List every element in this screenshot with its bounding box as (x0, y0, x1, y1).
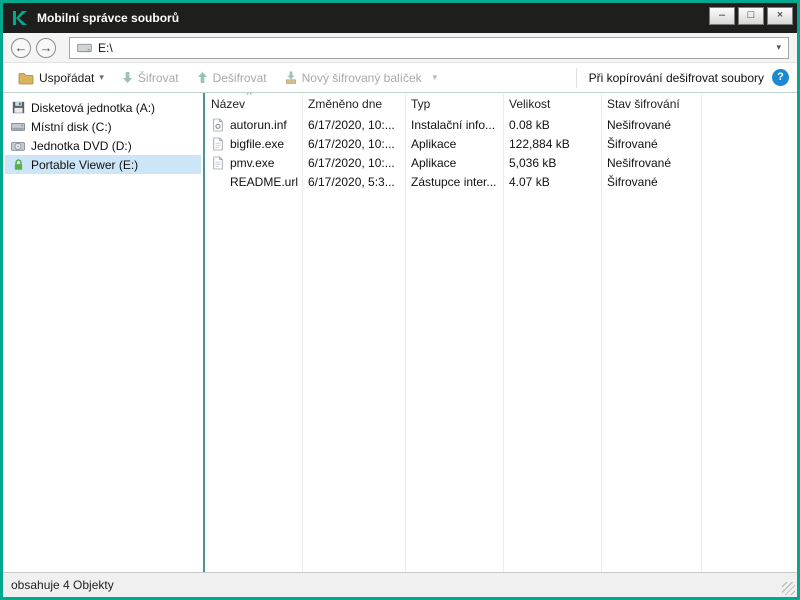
list-header: ^ Název Změněno dne Typ Velikost Stav ši… (205, 93, 797, 115)
hard-disk-icon (11, 121, 25, 132)
column-header-size[interactable]: Velikost (503, 93, 601, 115)
file-encryption-status: Nešifrované (607, 117, 672, 132)
back-button[interactable]: ← (11, 37, 31, 58)
package-arrow-down-icon (285, 71, 297, 84)
help-button[interactable]: ? (772, 69, 789, 86)
file-row[interactable]: pmv.exe 6/17/2020, 10:... Aplikace 5,036… (205, 153, 797, 172)
lock-icon (11, 158, 25, 171)
toolbar-right: Při kopírování dešifrovat soubory ? (572, 67, 789, 88)
file-name-cell: autorun.inf (205, 118, 302, 132)
sidebar-item-local-disk-c[interactable]: Místní disk (C:) (5, 117, 201, 136)
file-row[interactable]: bigfile.exe 6/17/2020, 10:... Aplikace 1… (205, 134, 797, 153)
decrypt-button[interactable]: Dešifrovat (190, 66, 274, 90)
organize-label: Uspořádat (39, 70, 95, 85)
file-row[interactable]: autorun.inf 6/17/2020, 10:... Instalační… (205, 115, 797, 134)
sidebar-item-label: Jednotka DVD (D:) (31, 138, 132, 153)
sidebar-item-dvd-drive-d[interactable]: Jednotka DVD (D:) (5, 136, 201, 155)
setup-file-icon (211, 118, 225, 132)
window-controls: – □ × (709, 3, 793, 25)
file-name-cell: bigfile.exe (205, 137, 302, 151)
status-bar: obsahuje 4 Objekty (3, 572, 797, 597)
file-size: 122,884 kB (509, 136, 570, 151)
app-window: Mobilní správce souborů – □ × ← → E:\ ▾ (0, 0, 800, 600)
drive-icon (77, 42, 92, 53)
new-package-label: Nový šifrovaný balíček (301, 70, 422, 85)
file-name: bigfile.exe (230, 136, 285, 151)
sort-ascending-icon: ^ (247, 93, 252, 101)
file-type: Aplikace (411, 155, 457, 170)
file-type: Zástupce inter... (411, 174, 497, 189)
sidebar-item-label: Disketová jednotka (A:) (31, 100, 156, 115)
sidebar-item-floppy-a[interactable]: Disketová jednotka (A:) (5, 98, 201, 117)
file-list: ^ Název Změněno dne Typ Velikost Stav ši… (205, 93, 797, 572)
close-button[interactable]: × (767, 7, 793, 25)
column-header-type[interactable]: Typ (405, 93, 503, 115)
decrypt-on-copy-label: Při kopírování dešifrovat soubory (588, 70, 764, 85)
file-modified: 6/17/2020, 10:... (308, 136, 395, 151)
sidebar-item-label: Místní disk (C:) (31, 119, 112, 134)
encrypt-button[interactable]: Šifrovat (115, 66, 186, 90)
sidebar-item-portable-viewer-e[interactable]: Portable Viewer (E:) (5, 155, 201, 174)
file-icon (211, 137, 225, 151)
encrypt-arrow-down-icon (122, 71, 133, 84)
window-title: Mobilní správce souborů (37, 11, 180, 25)
file-icon (211, 156, 225, 170)
file-row[interactable]: README.url 6/17/2020, 5:3... Zástupce in… (205, 172, 797, 191)
decrypt-label: Dešifrovat (212, 70, 267, 85)
file-type: Aplikace (411, 136, 457, 151)
resize-grip[interactable] (782, 582, 795, 595)
column-header-name[interactable]: ^ Název (205, 93, 302, 115)
organize-button[interactable]: Uspořádat ▾ (11, 66, 111, 90)
minimize-button[interactable]: – (709, 7, 735, 25)
file-modified: 6/17/2020, 5:3... (308, 174, 395, 189)
toolbar: Uspořádat ▾ Šifrovat Dešifrovat Nový šif… (3, 63, 797, 93)
floppy-icon (11, 101, 25, 114)
maximize-button[interactable]: □ (738, 7, 764, 25)
file-name: pmv.exe (230, 155, 275, 170)
file-size: 5,036 kB (509, 155, 557, 170)
file-encryption-status: Nešifrované (607, 155, 672, 170)
file-encryption-status: Šifrované (607, 136, 658, 151)
file-modified: 6/17/2020, 10:... (308, 117, 395, 132)
address-dropdown-icon[interactable]: ▾ (776, 42, 781, 53)
address-bar[interactable]: E:\ ▾ (69, 36, 789, 59)
sidebar-item-label: Portable Viewer (E:) (31, 157, 139, 172)
forward-button[interactable]: → (36, 37, 56, 58)
content-area: Disketová jednotka (A:) Místní disk (C:) (3, 93, 797, 572)
encrypt-label: Šifrovat (137, 70, 179, 85)
file-name-cell: pmv.exe (205, 156, 302, 170)
title-bar: Mobilní správce souborů – □ × (3, 3, 797, 33)
file-name-cell: README.url (205, 175, 302, 189)
folder-icon (18, 71, 34, 85)
decrypt-arrow-up-icon (197, 71, 208, 84)
file-size: 0.08 kB (509, 117, 550, 132)
organize-caret-icon: ▾ (99, 72, 104, 82)
kaspersky-logo-icon (11, 9, 29, 27)
column-header-status[interactable]: Stav šifrování (601, 93, 701, 115)
file-size: 4.07 kB (509, 174, 550, 189)
column-header-modified[interactable]: Změněno dne (302, 93, 405, 115)
navigation-bar: ← → E:\ ▾ (3, 33, 797, 63)
drive-tree-sidebar: Disketová jednotka (A:) Místní disk (C:) (3, 93, 203, 572)
file-type: Instalační info... (411, 117, 496, 132)
status-text: obsahuje 4 Objekty (11, 578, 114, 592)
toolbar-separator (575, 67, 577, 88)
dvd-drive-icon (11, 140, 25, 152)
address-value: E:\ (98, 40, 113, 55)
new-encrypted-package-button[interactable]: Nový šifrovaný balíček (278, 66, 429, 90)
column-header-empty (701, 93, 797, 115)
file-encryption-status: Šifrované (607, 174, 658, 189)
new-package-caret-icon[interactable]: ▾ (433, 72, 438, 83)
file-modified: 6/17/2020, 10:... (308, 155, 395, 170)
file-name: autorun.inf (230, 117, 287, 132)
file-name: README.url (230, 174, 299, 189)
